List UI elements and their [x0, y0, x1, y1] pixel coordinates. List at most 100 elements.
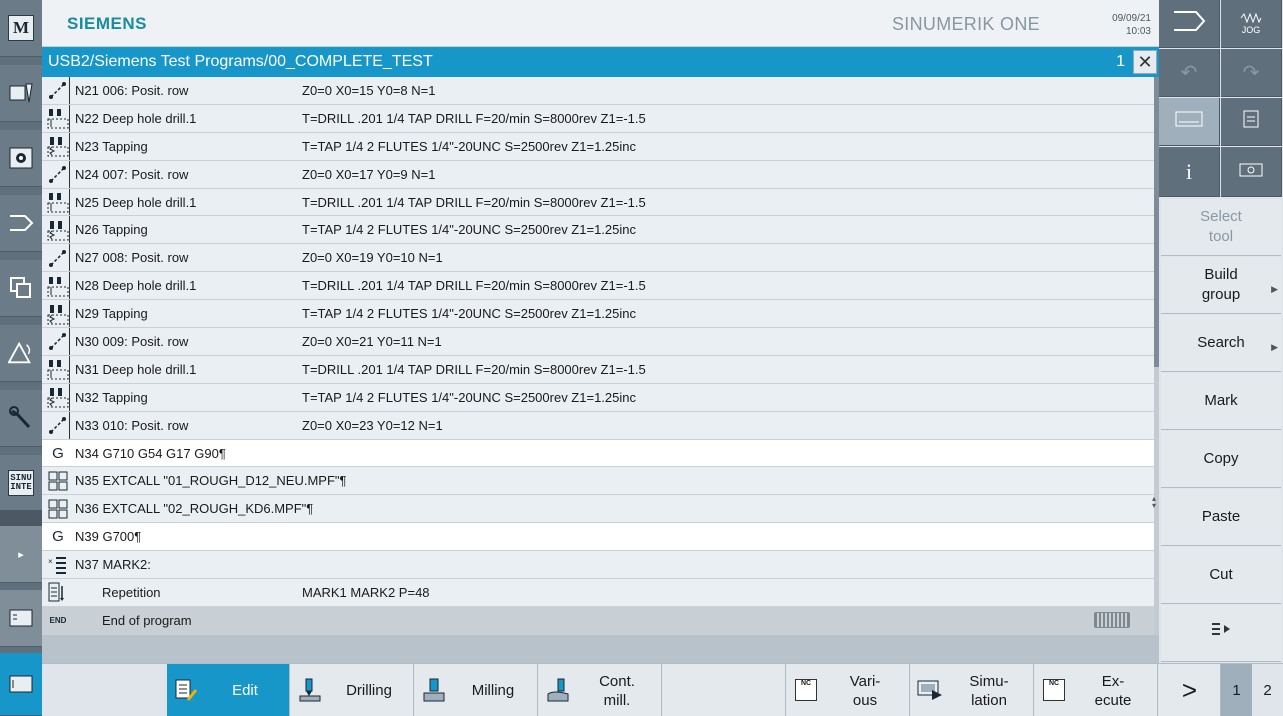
program-icon [8, 145, 34, 171]
machine-area-button[interactable]: M [0, 0, 42, 57]
various-softkey[interactable]: NC Vari- ous [787, 664, 910, 716]
program-row[interactable]: N26 Tapping T=TAP 1/4 2 FLUTES 1/4"-20UNC… [42, 216, 1154, 245]
cycle-group-bracket [64, 160, 70, 188]
program-manager-icon [8, 210, 34, 236]
row-block-name: N26 Tapping [75, 222, 148, 238]
row-block-name: N21 006: Posit. row [75, 82, 189, 98]
program-row[interactable]: N33 010: Posit. row Z0=0 X0=23 Y0=12 N=1 [42, 411, 1154, 440]
copy-softkey[interactable]: Copy [1161, 431, 1281, 488]
program-row[interactable]: N32 Tapping T=TAP 1/4 2 FLUTES 1/4"-20UNC… [42, 383, 1154, 412]
execute-softkey[interactable]: NC Ex- ecute [1035, 664, 1158, 716]
row-block-name: N33 010: Posit. row [75, 417, 189, 433]
sinumerik-integrate-icon: SINU INTE [8, 470, 34, 496]
program-row[interactable]: END End of program [42, 606, 1154, 635]
window-select-button[interactable] [0, 653, 42, 716]
sinumerik-integrate-button[interactable]: SINU INTE [0, 455, 42, 512]
program-row[interactable]: N36 EXTCALL "02_ROUGH_KD6.MPF"¶ [42, 495, 1154, 524]
undo-button[interactable]: ↶ [1159, 49, 1220, 97]
select-tool-softkey[interactable]: Select tool [1161, 199, 1281, 256]
contour-milling-softkey[interactable]: Cont. mill. [539, 664, 662, 716]
cycle-group-bracket [64, 77, 70, 104]
keyboard-icon [1175, 111, 1203, 132]
row-parameters: Z0=0 X0=17 Y0=9 N=1 [302, 166, 436, 182]
calculator-button[interactable] [1221, 98, 1282, 146]
program-row[interactable]: N23 Tapping T=TAP 1/4 2 FLUTES 1/4"-20UNC… [42, 132, 1154, 161]
channel-number: 1 [1116, 53, 1125, 70]
program-row[interactable]: N30 009: Posit. row Z0=0 X0=21 Y0=11 N=1 [42, 328, 1154, 356]
close-program-button[interactable]: ✕ [1133, 50, 1157, 74]
diagnostics-area-button[interactable] [0, 325, 42, 382]
keyboard-icon[interactable] [1094, 611, 1130, 628]
horizontal-softkey-bar: Edit Drilling Milling Cont. mill. NC Var… [42, 663, 1283, 716]
row-block-name: N30 009: Posit. row [75, 333, 189, 349]
cycle-group-bracket [64, 132, 70, 160]
program-row[interactable]: N27 008: Posit. row Z0=0 X0=19 Y0=10 N=1 [42, 244, 1154, 273]
mill-icon [421, 677, 447, 703]
jog-wave-icon [1240, 12, 1262, 25]
row-parameters: Z0=0 X0=19 Y0=10 N=1 [302, 250, 443, 266]
program-area-button[interactable] [0, 130, 42, 187]
program-row[interactable]: N35 EXTCALL "01_ROUGH_D12_NEU.MPF"¶ [42, 467, 1154, 496]
program-row[interactable]: N21 006: Posit. row Z0=0 X0=15 Y0=8 N=1 [42, 77, 1154, 105]
program-row[interactable]: N31 Deep hole drill.1 T=DRILL .201 1/4 TA… [42, 355, 1154, 384]
program-row[interactable]: Repetition MARK1 MARK2 P=48 [42, 579, 1154, 607]
mark-softkey[interactable]: Mark [1161, 373, 1281, 430]
edit-icon [173, 677, 199, 703]
time: 10:03 [1125, 26, 1151, 37]
cycle-group-bracket [64, 300, 70, 328]
screenshot-button[interactable] [1221, 147, 1282, 197]
program-row[interactable]: N24 007: Posit. row Z0=0 X0=17 Y0=9 N=1 [42, 160, 1154, 189]
window-select-icon [8, 671, 34, 697]
contour-mill-icon [545, 677, 571, 703]
cycle-group-bracket [64, 216, 70, 244]
program-row[interactable]: G N34 G710 G54 G17 G90¶ [42, 439, 1154, 468]
program-row[interactable]: G N39 G700¶ [42, 523, 1154, 552]
keyboard-button[interactable] [1159, 98, 1220, 146]
program-manager-button[interactable] [0, 195, 42, 252]
machine-icon: M [8, 15, 34, 41]
program-row[interactable]: N25 Deep hole drill.1 T=DRILL .201 1/4 TA… [42, 188, 1154, 217]
milling-softkey[interactable]: Milling [415, 664, 538, 716]
search-softkey[interactable]: Search ▶ [1161, 315, 1281, 372]
row-block-name: N35 EXTCALL "01_ROUGH_D12_NEU.MPF"¶ [75, 473, 347, 489]
info-button[interactable]: i [1159, 147, 1220, 197]
setup-area-button[interactable] [0, 390, 42, 447]
product-name: SINUMERIK ONE [892, 14, 1040, 34]
program-editor[interactable]: N21 006: Posit. row Z0=0 X0=15 Y0=8 N=1 N2… [42, 77, 1154, 635]
program-row[interactable]: N22 Deep hole drill.1 T=DRILL .201 1/4 TA… [42, 104, 1154, 133]
cycle-group-bracket [64, 272, 70, 300]
more-softkey[interactable] [1161, 605, 1281, 662]
empty-softkey[interactable] [663, 664, 786, 716]
drill-icon [297, 677, 323, 703]
program-manager-icon [1172, 8, 1206, 39]
next-softkey-bar-button[interactable]: > [1159, 664, 1221, 716]
window-list-button[interactable] [0, 590, 42, 647]
submenu-arrow-icon: ▶ [1271, 284, 1278, 294]
edit-softkey[interactable]: Edit [167, 664, 290, 716]
row-parameters: T=DRILL .201 1/4 TAP DRILL F=20/min S=80… [302, 361, 646, 377]
build-group-softkey[interactable]: Build group ▶ [1161, 257, 1281, 314]
jog-mode-button[interactable]: JOG [1221, 0, 1282, 48]
end-icon: END [49, 615, 67, 625]
cycle-group-bracket [64, 355, 70, 383]
program-row[interactable]: × N37 MARK2: [42, 551, 1154, 580]
redo-button[interactable]: ↷ [1221, 49, 1282, 97]
parameter-area-button[interactable] [0, 65, 42, 122]
row-parameters: T=DRILL .201 1/4 TAP DRILL F=20/min S=80… [302, 110, 646, 126]
copy-area-button[interactable] [0, 260, 42, 317]
redo-icon: ↷ [1242, 62, 1260, 84]
program-path: USB2/Siemens Test Programs/00_COMPLETE_T… [48, 53, 433, 70]
page-2-button[interactable]: 2 [1252, 664, 1283, 716]
program-row[interactable]: N29 Tapping T=TAP 1/4 2 FLUTES 1/4"-20UNC… [42, 300, 1154, 329]
page-1-button[interactable]: 1 [1221, 664, 1252, 716]
simulation-softkey[interactable]: Simu- lation [911, 664, 1034, 716]
drilling-softkey[interactable]: Drilling [291, 664, 414, 716]
expand-left-button[interactable]: ▸ [0, 526, 42, 583]
program-row[interactable]: N28 Deep hole drill.1 T=DRILL .201 1/4 TA… [42, 272, 1154, 301]
row-parameters: T=DRILL .201 1/4 TAP DRILL F=20/min S=80… [302, 278, 646, 294]
paste-softkey[interactable]: Paste [1161, 489, 1281, 546]
simulation-icon [917, 677, 943, 703]
row-parameters: Z0=0 X0=21 Y0=11 N=1 [302, 333, 442, 349]
cut-softkey[interactable]: Cut [1161, 547, 1281, 604]
program-manager-toggle-button[interactable] [1159, 0, 1220, 48]
